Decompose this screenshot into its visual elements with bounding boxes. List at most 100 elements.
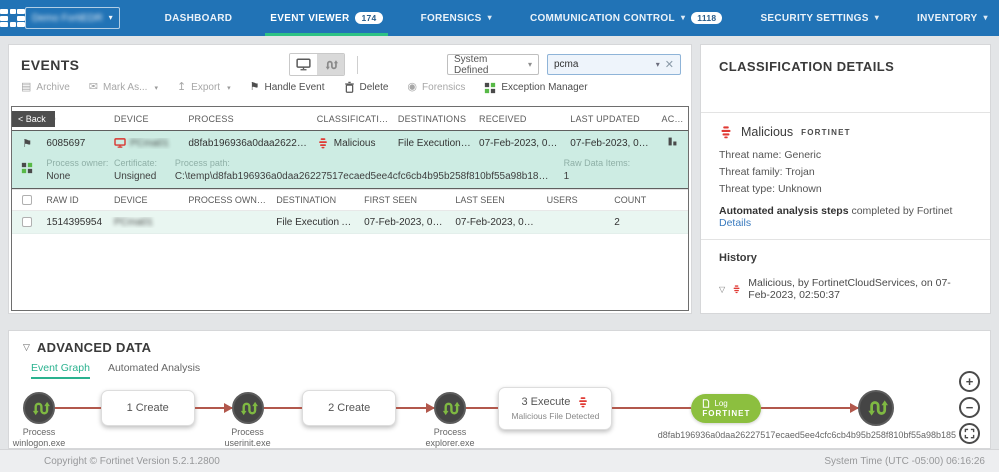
- event-count-badge: 174: [355, 12, 383, 24]
- graph-node-winlogon[interactable]: Process winlogon.exe: [13, 392, 65, 448]
- advanced-data-panel: ▽ ADVANCED DATA Event Graph Automated An…: [8, 330, 991, 449]
- fit-view-button[interactable]: [959, 423, 980, 444]
- tab-automated-analysis[interactable]: Automated Analysis: [108, 362, 200, 379]
- col-classification: CLASSIFICATION: [316, 113, 393, 124]
- nav-inventory[interactable]: INVENTORY ▾: [898, 0, 999, 36]
- malicious-icon: [579, 396, 588, 407]
- view-toggle: [289, 53, 345, 76]
- expand-caret-icon[interactable]: ▽: [719, 285, 725, 294]
- history-entry: ▽ Malicious, by FortinetCloudServices, o…: [719, 277, 972, 301]
- advanced-tabs: Event Graph Automated Analysis: [31, 362, 200, 379]
- zoom-in-button[interactable]: +: [959, 371, 980, 392]
- nav-event-viewer[interactable]: EVENT VIEWER 174: [251, 0, 401, 36]
- col-raw-id: RAW ID: [46, 195, 79, 205]
- forensics-icon: ◉: [407, 81, 418, 93]
- device-name: PCma01: [130, 137, 169, 149]
- malicious-icon: [733, 285, 740, 294]
- export-button[interactable]: ↥ Export ▾: [176, 81, 231, 94]
- handle-event-button[interactable]: ⚑ Handle Event: [249, 81, 325, 94]
- process-icon: [443, 401, 461, 415]
- nav-security-settings[interactable]: SECURITY SETTINGS ▾: [741, 0, 898, 36]
- graph-node-userinit[interactable]: Process userinit.exe: [225, 392, 271, 448]
- last-seen-value: 07-Feb-2023, 02:50:40: [455, 216, 542, 228]
- clear-search-icon[interactable]: ✕: [665, 58, 674, 71]
- fit-screen-icon: [964, 428, 975, 439]
- archive-icon: ▤: [21, 81, 32, 93]
- table-row[interactable]: ⚑ 6085697 PCma01 d8fab196936a0daa26227..…: [12, 131, 688, 155]
- process-path-field: Process path: C:\temp\d8fab196936a0daa26…: [174, 158, 550, 182]
- forensics-button[interactable]: ◉ Forensics: [407, 81, 465, 94]
- back-button[interactable]: < Back: [12, 111, 55, 127]
- flag-icon: ⚑: [249, 81, 260, 93]
- top-navbar: Demo FortiEDR ▾ DASHBOARD EVENT VIEWER 1…: [0, 0, 999, 36]
- graph-edge: [465, 407, 499, 409]
- col-last-updated: LAST UPDATED: [570, 113, 640, 124]
- copyright-text: Copyright © Fortinet Version 5.2.1.2800: [44, 455, 220, 467]
- graph-action-execute[interactable]: 3 Execute Malicious File Detected: [498, 386, 613, 430]
- graph-edge: [263, 407, 303, 409]
- select-all-checkbox[interactable]: [22, 195, 33, 206]
- flag-icon: ⚑: [22, 137, 33, 150]
- grid-icon[interactable]: [21, 162, 33, 174]
- action-icon[interactable]: [667, 136, 678, 147]
- malicious-icon: [721, 126, 731, 139]
- col-first-seen: FIRST SEEN: [364, 195, 417, 205]
- scope-select[interactable]: System Defined ▾: [447, 54, 539, 76]
- graph-node-malicious-file[interactable]: d8fab196936a0daa26227517ecaed5ee4cfc6cb4…: [658, 390, 956, 440]
- graph-node-explorer[interactable]: Process explorer.exe: [425, 392, 474, 448]
- chevron-down-icon: ▾: [874, 13, 880, 22]
- advanced-header: ▽ ADVANCED DATA: [23, 340, 151, 355]
- threat-type: Threat type: Unknown: [719, 183, 822, 195]
- export-icon: ↥: [176, 81, 187, 93]
- mark-as-button[interactable]: ✉ Mark As... ▾: [89, 82, 158, 94]
- process-icon: [240, 401, 259, 415]
- certificate-field: Certificate: Unsigned: [114, 158, 158, 182]
- chevron-down-icon: ▾: [527, 59, 532, 69]
- process-hash: d8fab196936a0daa26227...: [188, 137, 311, 149]
- nav-communication-control[interactable]: COMMUNICATION CONTROL ▾ 1118: [511, 0, 742, 36]
- raw-event-row[interactable]: 1514395954 PCma01 File Execution At... 0…: [12, 211, 688, 234]
- device-icon: [114, 138, 126, 148]
- graph-edge-arrow: [761, 403, 859, 413]
- destinations-value: File Execution At...: [397, 137, 476, 149]
- graph-action-create-2[interactable]: 2 Create: [302, 390, 397, 426]
- process-view-button[interactable]: [317, 54, 344, 75]
- col-users: USERS: [546, 195, 578, 205]
- verdict-label: Malicious: [741, 125, 794, 139]
- system-time: System Time (UTC -05:00) 06:16:26: [824, 455, 985, 467]
- automated-analysis-line: Automated analysis steps completed by Fo…: [719, 205, 953, 229]
- archive-button[interactable]: ▤ Archive: [21, 81, 70, 94]
- graph-action-create-1[interactable]: 1 Create: [100, 390, 195, 426]
- search-input[interactable]: pcma ▾ ✕: [547, 54, 681, 75]
- events-title: EVENTS: [21, 56, 80, 73]
- raw-events-header: RAW ID DEVICE PROCESS OWNER DESTINATION …: [12, 189, 688, 211]
- process-icon: [868, 400, 888, 416]
- graph-log-node[interactable]: Log FORTINET: [691, 393, 762, 423]
- col-action: ACTION: [661, 113, 688, 124]
- row-checkbox[interactable]: [22, 216, 33, 227]
- comm-control-badge: 1118: [691, 12, 723, 24]
- classification-title: CLASSIFICATION DETAILS: [719, 59, 895, 74]
- tab-event-graph[interactable]: Event Graph: [31, 362, 90, 379]
- nav-forensics[interactable]: FORENSICS ▾: [402, 0, 511, 36]
- collapse-caret-icon[interactable]: ▽: [23, 342, 30, 353]
- events-table-header: ID DEVICE PROCESS CLASSIFICATION DESTINA…: [12, 107, 688, 130]
- divider: [357, 55, 358, 74]
- graph-edge: [612, 407, 692, 409]
- exception-manager-button[interactable]: Exception Manager: [484, 82, 588, 94]
- zoom-out-button[interactable]: −: [959, 397, 980, 418]
- history-section: History ▽ Malicious, by FortinetCloudSer…: [701, 240, 990, 313]
- chevron-down-icon: ▾: [655, 59, 660, 69]
- organization-name: Demo FortiEDR: [32, 12, 103, 24]
- details-link[interactable]: Details: [719, 217, 751, 229]
- nav-dashboard[interactable]: DASHBOARD: [146, 0, 252, 36]
- file-hash-label: d8fab196936a0daa26227517ecaed5ee4cfc6cb4…: [657, 430, 956, 440]
- col-process-owner: PROCESS OWNER: [188, 195, 270, 205]
- delete-button[interactable]: Delete: [344, 81, 388, 94]
- col-device: DEVICE: [114, 113, 149, 124]
- count-value: 2: [614, 216, 620, 228]
- device-view-button[interactable]: [290, 54, 317, 75]
- col-process: PROCESS: [188, 113, 234, 124]
- organization-dropdown[interactable]: Demo FortiEDR ▾: [25, 7, 120, 29]
- destination-value: File Execution At...: [276, 216, 360, 228]
